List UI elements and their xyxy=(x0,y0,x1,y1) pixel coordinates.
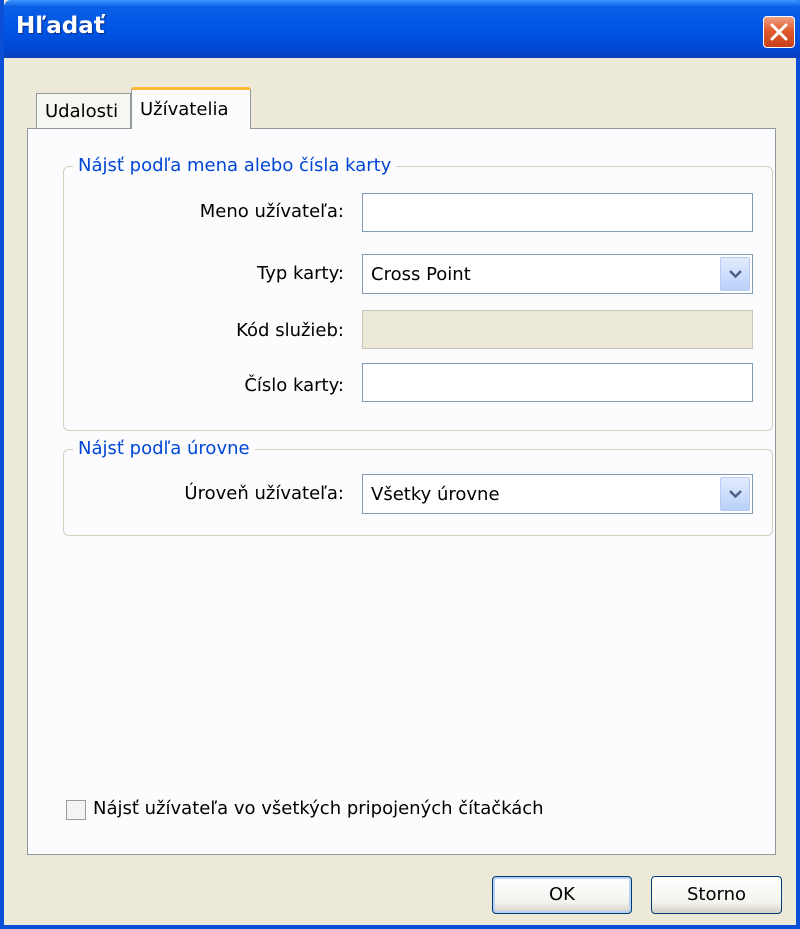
window-title: Hľadať xyxy=(16,13,105,39)
group-legend: Nájsť podľa mena alebo čísla karty xyxy=(73,155,397,176)
user-level-value: Všetky úrovne xyxy=(371,484,500,505)
chevron-down-icon xyxy=(729,490,742,499)
service-code-label: Kód služieb: xyxy=(236,320,344,341)
card-type-label: Typ karty: xyxy=(257,263,344,284)
user-level-select[interactable]: Všetky úrovne xyxy=(362,474,753,514)
tab-label: Udalosti xyxy=(45,101,119,122)
card-number-input[interactable] xyxy=(362,363,753,402)
user-level-label: Úroveň užívateľa: xyxy=(184,483,344,504)
tab-panel-users: Nájsť podľa mena alebo čísla karty Meno … xyxy=(27,128,776,855)
close-button[interactable] xyxy=(763,16,795,48)
card-number-label: Číslo karty: xyxy=(244,375,344,396)
dropdown-button[interactable] xyxy=(720,477,750,511)
tab-udalosti[interactable]: Udalosti xyxy=(36,93,131,128)
group-find-by-level: Nájsť podľa úrovne Úroveň užívateľa: Vše… xyxy=(63,438,773,536)
group-find-by-name-or-card: Nájsť podľa mena alebo čísla karty Meno … xyxy=(63,155,773,431)
tab-uzivatelia[interactable]: Užívatelia xyxy=(131,87,251,129)
ok-button[interactable]: OK xyxy=(492,876,632,914)
dropdown-button[interactable] xyxy=(720,257,750,291)
username-input[interactable] xyxy=(362,193,753,232)
search-all-readers-checkbox[interactable] xyxy=(66,800,86,820)
card-type-select[interactable]: Cross Point xyxy=(362,254,753,294)
card-type-value: Cross Point xyxy=(371,264,471,285)
tab-label: Užívatelia xyxy=(140,99,229,120)
cancel-button[interactable]: Storno xyxy=(651,876,782,914)
search-all-readers-label: Nájsť užívateľa vo všetkých pripojených … xyxy=(93,798,544,819)
dialog-window: Hľadať Udalosti Užívatelia Nájsť podľa m… xyxy=(0,0,800,929)
title-bar[interactable]: Hľadať xyxy=(4,0,800,58)
service-code-input xyxy=(362,310,753,349)
chevron-down-icon xyxy=(729,270,742,279)
username-label: Meno užívateľa: xyxy=(199,201,344,222)
group-legend: Nájsť podľa úrovne xyxy=(73,438,255,459)
close-icon xyxy=(770,23,788,41)
